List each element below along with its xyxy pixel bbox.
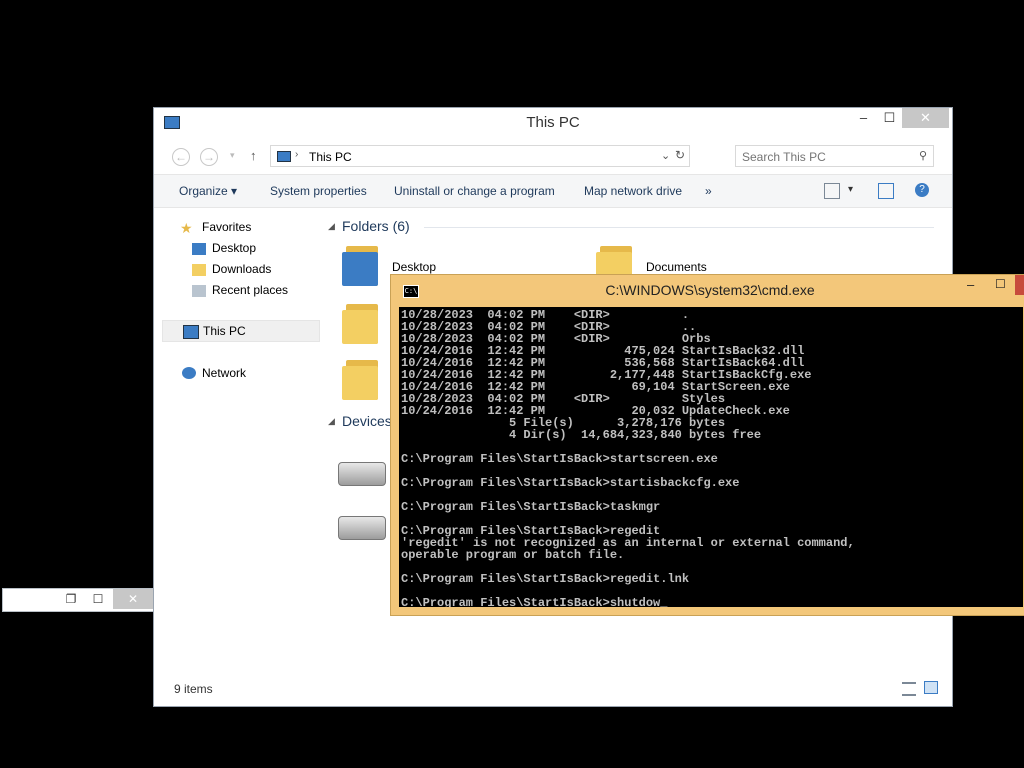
view-options-icon[interactable]	[824, 183, 840, 199]
desktop-icon	[192, 243, 206, 255]
documents-folder-label[interactable]: Documents	[646, 260, 707, 274]
explorer-titlebar[interactable]: This PC – ☐ ✕	[154, 108, 952, 138]
nav-downloads[interactable]: Downloads	[212, 262, 271, 276]
nav-favorites[interactable]: Favorites	[202, 220, 251, 234]
close-icon[interactable]: ✕	[113, 589, 153, 609]
minimize-button[interactable]: –	[967, 277, 974, 292]
computer-icon	[183, 325, 199, 339]
drive-icon[interactable]	[338, 516, 386, 540]
cmd-output: 10/28/2023 04:02 PM <DIR> . 10/28/2023 0…	[401, 308, 855, 607]
close-button[interactable]	[1015, 275, 1024, 295]
collapse-arrow-icon[interactable]: ◢	[328, 416, 335, 427]
nav-recent-places[interactable]: Recent places	[212, 283, 288, 297]
view-dropdown-icon[interactable]: ▾	[848, 184, 853, 195]
address-dropdown-icon[interactable]: ⌄	[661, 149, 670, 162]
close-button[interactable]: ✕	[902, 108, 949, 128]
system-properties-button[interactable]: System properties	[270, 184, 367, 198]
address-bar[interactable]: › This PC ⌄ ↻	[270, 145, 690, 167]
cmd-window: C:\ C:\WINDOWS\system32\cmd.exe – ☐ 10/2…	[390, 274, 1024, 616]
minimized-window[interactable]: ❐ ☐ ✕	[2, 588, 153, 612]
nav-this-pc-selected[interactable]: This PC	[162, 320, 320, 342]
breadcrumb-chevron-icon: ›	[295, 149, 299, 160]
downloads-folder-icon[interactable]	[342, 300, 382, 346]
search-input[interactable]	[740, 149, 914, 165]
pictures-folder-icon[interactable]	[342, 356, 382, 402]
search-icon[interactable]: ⚲	[919, 149, 927, 162]
cmd-title: C:\WINDOWS\system32\cmd.exe	[605, 282, 815, 298]
collapse-arrow-icon[interactable]: ◢	[328, 221, 335, 232]
nav-this-pc: This PC	[203, 324, 246, 338]
computer-icon	[277, 151, 291, 162]
desktop-folder-label[interactable]: Desktop	[392, 260, 436, 274]
maximize-icon[interactable]: ☐	[85, 589, 111, 609]
up-button[interactable]: ↑	[250, 148, 257, 163]
network-icon	[182, 367, 196, 379]
star-icon: ★	[180, 220, 193, 236]
window-title: This PC	[526, 114, 580, 131]
search-box[interactable]: ⚲	[735, 145, 934, 167]
desktop-folder-icon[interactable]	[342, 242, 382, 288]
navigation-pane: ★ Favorites Desktop Downloads Recent pla…	[154, 208, 324, 678]
more-commands-button[interactable]: »	[705, 184, 712, 198]
refresh-icon[interactable]: ↻	[675, 148, 685, 162]
maximize-button[interactable]: ☐	[876, 108, 903, 128]
cmd-console[interactable]: 10/28/2023 04:02 PM <DIR> . 10/28/2023 0…	[399, 307, 1023, 607]
nav-desktop[interactable]: Desktop	[212, 241, 256, 255]
drive-icon[interactable]	[338, 462, 386, 486]
organize-button[interactable]: Organize ▾	[179, 184, 237, 198]
downloads-folder-icon	[192, 264, 206, 276]
back-button[interactable]: ←	[172, 148, 190, 166]
folders-group-header[interactable]: Folders (6)	[342, 218, 410, 234]
address-text: This PC	[309, 150, 352, 164]
chevron-down-icon[interactable]: ▾	[230, 150, 235, 161]
large-icons-view-icon[interactable]	[924, 681, 938, 694]
help-icon[interactable]: ?	[915, 183, 929, 197]
minimize-button[interactable]: –	[850, 108, 877, 128]
preview-pane-icon[interactable]	[878, 183, 894, 199]
maximize-button[interactable]: ☐	[995, 277, 1006, 291]
nav-network[interactable]: Network	[202, 366, 246, 380]
map-network-drive-button[interactable]: Map network drive	[584, 184, 682, 198]
forward-button[interactable]: →	[200, 148, 218, 166]
restore-icon[interactable]: ❐	[58, 589, 84, 609]
recent-places-icon	[192, 285, 206, 297]
command-bar: Organize ▾ System properties Uninstall o…	[154, 174, 952, 208]
cmd-titlebar[interactable]: C:\ C:\WINDOWS\system32\cmd.exe – ☐	[391, 275, 1024, 305]
devices-group-header[interactable]: Devices	[342, 413, 392, 429]
uninstall-program-button[interactable]: Uninstall or change a program	[394, 184, 555, 198]
status-item-count: 9 items	[174, 682, 213, 696]
details-view-icon[interactable]	[902, 682, 916, 696]
address-row: ← → ▾ ↑ › This PC ⌄ ↻ ⚲	[154, 142, 952, 170]
